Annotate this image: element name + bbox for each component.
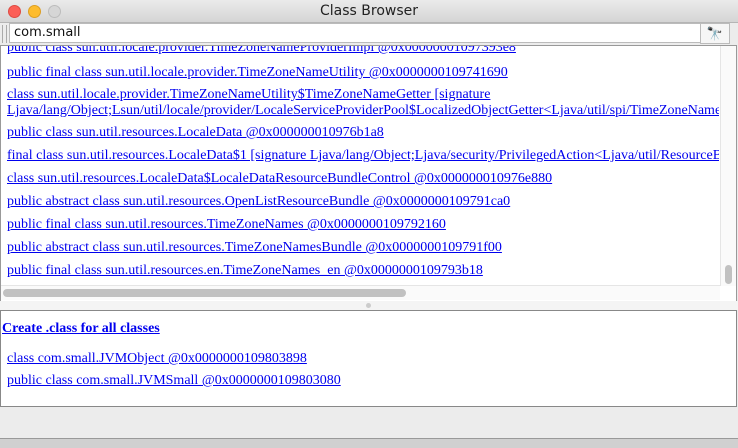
divider-handle[interactable] [366,303,371,308]
horizontal-scrollbar[interactable] [1,285,720,300]
vertical-scroll-thumb[interactable] [725,265,732,284]
toolbar: 🔭 [0,23,738,45]
class-list-pane: public class sun.util.locale.provider.Ti… [0,45,737,302]
class-list: public class sun.util.locale.provider.Ti… [7,46,719,284]
class-link[interactable]: public class sun.util.locale.provider.Ti… [7,46,516,56]
find-button[interactable]: 🔭 [700,23,730,44]
class-link[interactable]: public abstract class sun.util.resources… [7,240,502,256]
class-link[interactable]: class com.small.JVMObject @0x00000001098… [7,351,307,367]
horizontal-scroll-thumb[interactable] [3,289,406,297]
class-link[interactable]: public final class sun.util.resources.en… [7,263,483,279]
binoculars-icon: 🔭 [706,26,724,41]
class-link[interactable]: public abstract class sun.util.resources… [7,194,510,210]
status-bar [0,407,738,439]
class-link[interactable]: public class sun.util.resources.LocaleDa… [7,125,384,141]
class-link-continued[interactable]: Ljava/lang/Object;Lsun/util/locale/provi… [7,103,719,119]
class-link[interactable]: public class com.small.JVMSmall @0x00000… [7,373,341,389]
window-bottom [0,439,738,448]
title-bar: Class Browser [0,0,738,23]
create-class-files-link[interactable]: Create .class for all classes [2,321,160,337]
toolbar-grip[interactable] [2,25,7,43]
split-pane-divider[interactable] [0,301,738,310]
vertical-scrollbar[interactable] [720,46,736,286]
search-input[interactable] [9,23,703,43]
class-link[interactable]: final class sun.util.resources.LocaleDat… [7,148,719,164]
class-link[interactable]: class sun.util.resources.LocaleData$Loca… [7,171,552,187]
window-title: Class Browser [319,3,418,19]
class-link[interactable]: public final class sun.util.locale.provi… [7,65,508,81]
class-link[interactable]: class sun.util.locale.provider.TimeZoneN… [7,87,490,103]
result-pane: Create .class for all classes class com.… [0,310,737,407]
class-link[interactable]: public final class sun.util.resources.Ti… [7,217,446,233]
